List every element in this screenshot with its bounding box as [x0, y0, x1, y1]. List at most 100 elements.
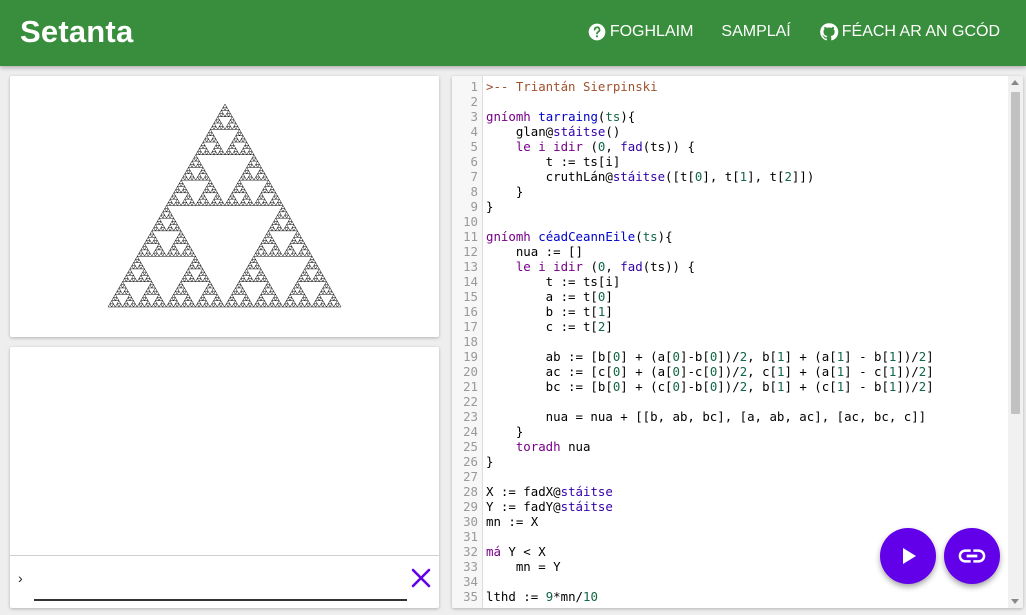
- code-text: gníomh céadCeannEile(ts){: [486, 229, 673, 244]
- code-line[interactable]: 17 c := t[2]: [452, 319, 1012, 334]
- nav-samples-label: SAMPLAÍ: [721, 23, 791, 40]
- nav-menu: FOGHLAIM SAMPLAÍ FÉACH AR AN GCÓD: [587, 22, 1000, 42]
- code-text: mn := X: [486, 514, 539, 529]
- line-number: 3: [470, 109, 478, 124]
- code-line[interactable]: 25 toradh nua: [452, 439, 1012, 454]
- code-text: gníomh tarraing(ts){: [486, 109, 636, 124]
- line-number: 4: [470, 124, 478, 139]
- line-number: 35: [463, 589, 478, 604]
- code-line[interactable]: 2: [452, 94, 1012, 109]
- line-number: 30: [463, 514, 478, 529]
- code-line[interactable]: 21 bc := [b[0] + (c[0]-b[0])/2, b[1] + (…: [452, 379, 1012, 394]
- code-line[interactable]: 6 t := ts[i]: [452, 154, 1012, 169]
- line-number: 21: [463, 379, 478, 394]
- nav-samples-link[interactable]: SAMPLAÍ: [721, 23, 790, 41]
- scroll-thumb[interactable]: [1011, 92, 1020, 414]
- nav-source-label: FÉACH AR AN GCÓD: [841, 23, 1000, 40]
- line-number: 24: [463, 424, 478, 439]
- scroll-up-arrow-icon[interactable]: [1011, 80, 1019, 85]
- code-text: ac := [c[0] + (a[0]-c[0])/2, c[1] + (a[1…: [486, 364, 934, 379]
- share-link-button[interactable]: [944, 528, 1000, 584]
- code-text: toradh nua: [515, 439, 591, 454]
- line-number: 5: [470, 139, 478, 154]
- code-lines[interactable]: 1 >-- Triantán Sierpinski 2 3 gníomh tarrai…: [452, 79, 1012, 604]
- line-number: 25: [463, 439, 478, 454]
- line-number: 1: [470, 79, 478, 94]
- console-panel: ›: [10, 347, 439, 608]
- code-text: mn = Y: [486, 559, 561, 574]
- code-line[interactable]: 23 nua = nua + [[b, ab, bc], [a, ab, ac]…: [452, 409, 1012, 424]
- code-line[interactable]: 30 mn := X: [452, 514, 1012, 529]
- app-title[interactable]: Setanta: [20, 14, 133, 50]
- code-line[interactable]: 26}: [452, 454, 1012, 469]
- code-line[interactable]: 35 lthd := 9*mn/10: [452, 589, 1012, 604]
- line-number: 26: [463, 454, 478, 469]
- nav-source-link[interactable]: FÉACH AR AN GCÓD: [819, 22, 1000, 42]
- code-text: t := ts[i]: [486, 274, 621, 289]
- code-line[interactable]: 13 le i idir (0, fad(ts)) {: [452, 259, 1012, 274]
- code-line[interactable]: 20 ac := [c[0] + (a[0]-c[0])/2, c[1] + (…: [452, 364, 1012, 379]
- code-line[interactable]: 11 gníomh céadCeannEile(ts){: [452, 229, 1012, 244]
- line-number: 20: [463, 364, 478, 379]
- top-app-bar: Setanta FOGHLAIM SAMPLAÍ FÉACH AR AN GCÓ…: [0, 0, 1026, 66]
- code-line[interactable]: 24 }: [452, 424, 1012, 439]
- line-number: 12: [463, 244, 478, 259]
- code-text: nua = nua + [[b, ab, bc], [a, ab, ac], […: [486, 409, 927, 424]
- code-line[interactable]: 19 ab := [b[0] + (a[0]-b[0])/2, b[1] + (…: [452, 349, 1012, 364]
- code-line[interactable]: 10: [452, 214, 1012, 229]
- nav-learn-label: FOGHLAIM: [609, 23, 694, 40]
- code-text: Y := fadY@stáitse: [486, 499, 613, 514]
- code-text: lthd := 9*mn/10: [486, 589, 598, 604]
- code-line[interactable]: 34: [452, 574, 1012, 589]
- line-number: 7: [470, 169, 478, 184]
- run-button[interactable]: [880, 528, 936, 584]
- scroll-down-arrow-icon[interactable]: [1011, 599, 1019, 604]
- code-line[interactable]: 18: [452, 334, 1012, 349]
- line-number: 14: [463, 274, 478, 289]
- code-line[interactable]: 3 gníomh tarraing(ts){: [452, 109, 1012, 124]
- code-line[interactable]: 9}: [452, 199, 1012, 214]
- code-line[interactable]: 15 a := t[0]: [452, 289, 1012, 304]
- editor-scrollbar[interactable]: [1008, 76, 1023, 608]
- drawing-canvas[interactable]: [10, 76, 439, 337]
- code-line[interactable]: 5 le i idir (0, fad(ts)) {: [452, 139, 1012, 154]
- code-text: bc := [b[0] + (c[0]-b[0])/2, b[1] + (c[1…: [486, 379, 934, 394]
- line-number: 32: [463, 544, 478, 559]
- line-number: 17: [463, 319, 478, 334]
- code-text: cruthLán@stáitse([t[0], t[1], t[2]]): [486, 169, 815, 184]
- code-line[interactable]: 8 }: [452, 184, 1012, 199]
- code-text: }: [486, 199, 494, 214]
- console-input[interactable]: [34, 599, 407, 601]
- code-line[interactable]: 1 >-- Triantán Sierpinski: [452, 79, 1012, 94]
- code-line[interactable]: 12 nua := []: [452, 244, 1012, 259]
- sierpinski-drawing: [107, 103, 342, 308]
- code-editor[interactable]: 1 >-- Triantán Sierpinski 2 3 gníomh tarrai…: [452, 76, 1023, 608]
- close-icon[interactable]: [409, 566, 433, 590]
- code-text: }: [486, 424, 524, 439]
- line-number: 27: [463, 469, 478, 484]
- line-number: 10: [463, 214, 478, 229]
- code-line[interactable]: 4 glan@stáitse(): [452, 124, 1012, 139]
- code-text: glan@stáitse(): [486, 124, 621, 139]
- code-line[interactable]: 16 b := t[1]: [452, 304, 1012, 319]
- line-number: 13: [463, 259, 478, 274]
- code-line[interactable]: 28 X := fadX@stáitse: [452, 484, 1012, 499]
- code-text: >-- Triantán Sierpinski: [486, 79, 658, 94]
- line-number: 23: [463, 409, 478, 424]
- code-text: a := t[0]: [486, 289, 613, 304]
- code-line[interactable]: 7 cruthLán@stáitse([t[0], t[1], t[2]]): [452, 169, 1012, 184]
- code-text: ab := [b[0] + (a[0]-b[0])/2, b[1] + (a[1…: [486, 349, 934, 364]
- github-icon: [819, 23, 838, 41]
- code-line[interactable]: 14 t := ts[i]: [452, 274, 1012, 289]
- code-line[interactable]: 27: [452, 469, 1012, 484]
- nav-learn-link[interactable]: FOGHLAIM: [587, 22, 694, 42]
- link-icon: [958, 549, 986, 563]
- code-line[interactable]: 29 Y := fadY@stáitse: [452, 499, 1012, 514]
- line-number: 31: [463, 529, 478, 544]
- code-line[interactable]: 22: [452, 394, 1012, 409]
